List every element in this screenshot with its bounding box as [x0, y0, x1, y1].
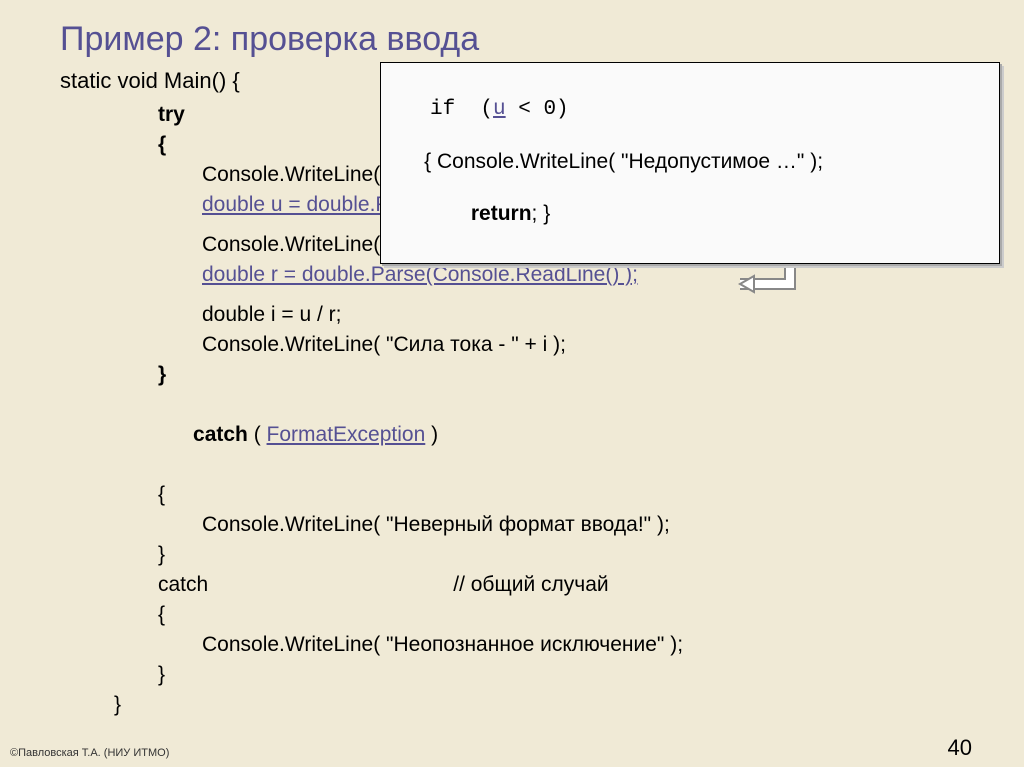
brace-close-3: } [158, 660, 683, 690]
page-number: 40 [948, 735, 972, 761]
code-signature: static void Main() { [60, 68, 240, 94]
code-line: Console.WriteLine( "Неопознанное исключе… [202, 630, 683, 660]
callout-line-3: return; } [395, 175, 985, 253]
brace-close-2: } [158, 540, 683, 570]
callout-line-2: { Console.WriteLine( "Недопустимое …" ); [395, 149, 985, 175]
catch-1: catch ( FormatException ) [158, 390, 683, 480]
brace-close-1: } [158, 360, 683, 390]
slide-title: Пример 2: проверка ввода [60, 20, 479, 59]
code-line: double i = u / r; [202, 300, 683, 330]
brace-open-3: { [158, 600, 683, 630]
callout-box: if (u < 0) { Console.WriteLine( "Недопус… [380, 62, 1000, 264]
kw-return: return [471, 202, 532, 225]
exception-type: FormatException [267, 423, 426, 446]
code-line: Console.WriteLine( "Сила тока - " + i ); [202, 330, 683, 360]
catch-2: catch // общий случай [158, 570, 683, 600]
code-line-parse-r: double r = double.Parse(Console.ReadLine… [202, 260, 683, 290]
var-u: u [493, 98, 506, 121]
callout-line-1: if (u < 0) [395, 69, 985, 149]
kw-catch: catch [193, 423, 248, 446]
brace-close-main: } [114, 690, 683, 720]
code-line: Console.WriteLine( "Неверный формат ввод… [202, 510, 683, 540]
footer-copyright: ©Павловская Т.А. (НИУ ИТМО) [10, 747, 169, 759]
brace-open-2: { [158, 480, 683, 510]
